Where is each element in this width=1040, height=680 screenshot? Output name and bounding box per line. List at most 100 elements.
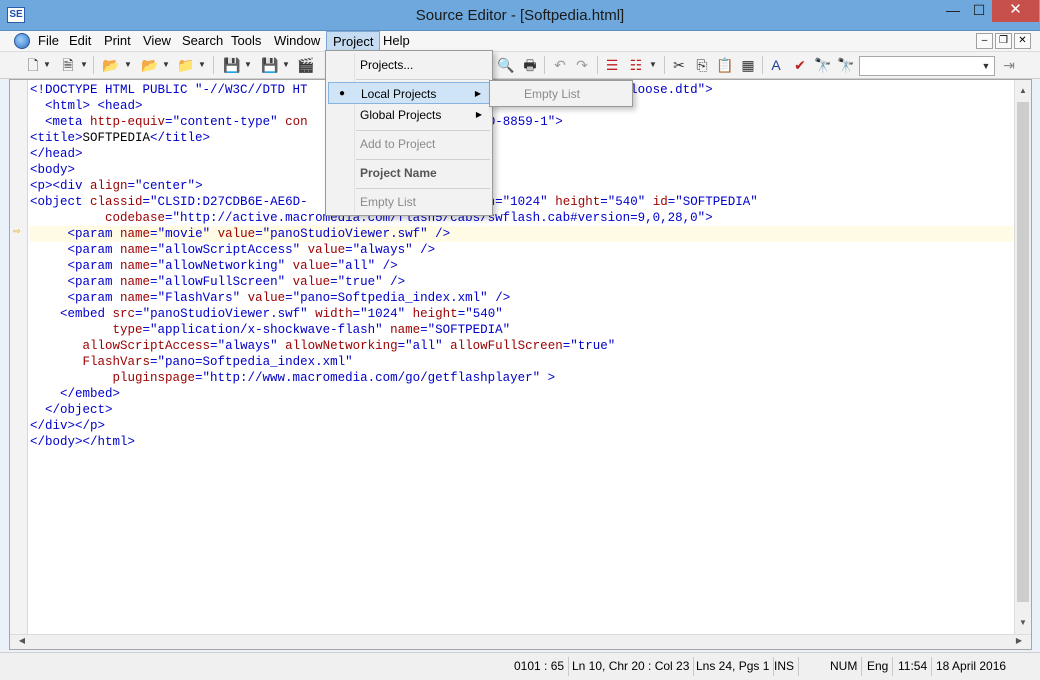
- scroll-right-icon[interactable]: ▶: [1013, 636, 1025, 648]
- find-icon[interactable]: 🔭: [814, 56, 832, 74]
- code-line[interactable]: <object classid="CLSID:D27CDB6E-AE6D- 0"…: [30, 194, 1013, 210]
- save-icon[interactable]: 💾: [223, 56, 241, 74]
- code-token: "SOFTPEDIA": [427, 323, 511, 337]
- editor-gutter[interactable]: ⇨: [10, 80, 28, 636]
- project-menu-dropdown: Projects... ● Local Projects ▶ Global Pr…: [325, 50, 493, 216]
- redo-icon[interactable]: ↷: [573, 56, 591, 74]
- status-ins: INS: [770, 657, 800, 676]
- menu-file[interactable]: File: [32, 31, 65, 52]
- code-line[interactable]: <meta http-equiv="content-type" con set=…: [30, 114, 1013, 130]
- status-time: 11:54: [894, 657, 933, 676]
- mdi-minimize-button[interactable]: –: [976, 33, 993, 49]
- format-icon[interactable]: ☰: [603, 56, 621, 74]
- menu-item-add-to-project[interactable]: Add to Project: [328, 133, 490, 155]
- code-token: <param: [67, 243, 121, 257]
- horizontal-scrollbar[interactable]: ◀ ▶: [10, 634, 1031, 649]
- select-all-icon[interactable]: ▦: [739, 56, 757, 74]
- toolbar: 🗋 ▼ 🗎 ▼ 📂 ▼ 📂 ▼ 📁 ▼ 💾 ▼ 💾 ▼ 🎬 🔍 🖶 ↶ ↷ ☰ …: [0, 52, 1040, 79]
- menu-item-global-projects[interactable]: Global Projects ▶: [328, 104, 490, 126]
- code-line[interactable]: <param name="allowScriptAccess" value="a…: [30, 242, 1013, 258]
- menu-edit[interactable]: Edit: [63, 31, 97, 52]
- code-token: <param: [67, 227, 121, 241]
- open-project-icon[interactable]: 📂: [141, 56, 159, 74]
- vertical-scroll-thumb[interactable]: [1017, 102, 1029, 602]
- menu-item-empty-list[interactable]: Empty List: [328, 191, 490, 213]
- code-line[interactable]: <param name="allowNetworking" value="all…: [30, 258, 1013, 274]
- search-combo[interactable]: ▼: [859, 56, 995, 76]
- code-token: "FlashVars": [157, 291, 241, 305]
- code-line[interactable]: codebase="http://active.macromedia.com/f…: [30, 210, 1013, 226]
- open-folder-icon[interactable]: 📂: [102, 56, 120, 74]
- code-line[interactable]: <p><div align="center">: [30, 178, 1013, 194]
- print-icon[interactable]: 🖶: [521, 56, 539, 74]
- document-system-icon[interactable]: [14, 33, 30, 49]
- new-from-template-dropdown-icon[interactable]: ▼: [80, 59, 88, 71]
- code-line[interactable]: allowScriptAccess="always" allowNetworki…: [30, 338, 1013, 354]
- code-line[interactable]: pluginspage="http://www.macromedia.com/g…: [30, 370, 1013, 386]
- new-document-dropdown-icon[interactable]: ▼: [43, 59, 51, 71]
- open-folder-dropdown-icon[interactable]: ▼: [124, 59, 132, 71]
- open-recent-dropdown-icon[interactable]: ▼: [198, 59, 206, 71]
- code-line[interactable]: </head>: [30, 146, 1013, 162]
- maximize-button[interactable]: ☐: [966, 0, 992, 22]
- chevron-down-icon[interactable]: ▼: [978, 57, 994, 75]
- open-recent-icon[interactable]: 📁: [177, 56, 195, 74]
- scroll-left-icon[interactable]: ◀: [16, 636, 28, 648]
- font-icon[interactable]: A: [767, 56, 785, 74]
- menu-view[interactable]: View: [137, 31, 177, 52]
- cut-icon[interactable]: ✂: [670, 56, 688, 74]
- local-projects-submenu: Empty List: [489, 80, 633, 107]
- menu-tools[interactable]: Tools: [225, 31, 267, 52]
- menu-item-local-projects[interactable]: ● Local Projects ▶: [328, 82, 490, 104]
- code-line[interactable]: <param name="movie" value="panoStudioVie…: [30, 226, 1013, 242]
- code-line[interactable]: <body>: [30, 162, 1013, 178]
- code-line[interactable]: <embed src="panoStudioViewer.swf" width=…: [30, 306, 1013, 322]
- code-line[interactable]: </object>: [30, 402, 1013, 418]
- code-line[interactable]: <param name="allowFullScreen" value="tru…: [30, 274, 1013, 290]
- indent-dropdown-icon[interactable]: ▼: [649, 59, 657, 71]
- code-line[interactable]: </body></html>: [30, 434, 1013, 450]
- save-dropdown-icon[interactable]: ▼: [244, 59, 252, 71]
- code-text-area[interactable]: <!DOCTYPE HTML PUBLIC "-//W3C//DTD HT 4/…: [30, 82, 1013, 450]
- code-token: SOFTPEDIA: [82, 131, 151, 145]
- print-preview-icon[interactable]: 🔍: [497, 56, 515, 74]
- new-from-template-icon[interactable]: 🗎: [59, 56, 77, 74]
- menu-window[interactable]: Window: [268, 31, 326, 52]
- new-document-icon[interactable]: 🗋: [24, 56, 42, 74]
- paste-icon[interactable]: 📋: [716, 56, 734, 74]
- save-all-dropdown-icon[interactable]: ▼: [282, 59, 290, 71]
- goto-icon[interactable]: ⇥: [1000, 56, 1018, 74]
- menu-item-projects[interactable]: Projects...: [328, 54, 490, 76]
- mdi-restore-button[interactable]: ❐: [995, 33, 1012, 49]
- code-line[interactable]: <title>SOFTPEDIA</title>: [30, 130, 1013, 146]
- minimize-button[interactable]: —: [940, 0, 966, 22]
- spellcheck-icon[interactable]: ✔: [791, 56, 809, 74]
- close-button[interactable]: ✕: [992, 0, 1039, 22]
- code-line[interactable]: </div></p>: [30, 418, 1013, 434]
- vertical-scrollbar[interactable]: ▲ ▼: [1014, 80, 1031, 636]
- submenu-item-empty-list[interactable]: Empty List: [524, 85, 580, 103]
- code-line[interactable]: </embed>: [30, 386, 1013, 402]
- code-line[interactable]: <param name="FlashVars" value="pano=Soft…: [30, 290, 1013, 306]
- code-line[interactable]: FlashVars="pano=Softpedia_index.xml": [30, 354, 1013, 370]
- copy-icon[interactable]: ⎘: [693, 56, 711, 74]
- save-all-icon[interactable]: 💾: [261, 56, 279, 74]
- scroll-down-icon[interactable]: ▼: [1015, 618, 1031, 630]
- undo-icon[interactable]: ↶: [551, 56, 569, 74]
- code-token: "CLSID:D27CDB6E-AE6D-: [150, 195, 308, 209]
- save-as-icon[interactable]: 🎬: [297, 56, 315, 74]
- open-project-dropdown-icon[interactable]: ▼: [162, 59, 170, 71]
- menu-search[interactable]: Search: [176, 31, 229, 52]
- code-line[interactable]: type="application/x-shockwave-flash" nam…: [30, 322, 1013, 338]
- code-editor[interactable]: ⇨ <!DOCTYPE HTML PUBLIC "-//W3C//DTD HT …: [9, 79, 1032, 650]
- indent-icon[interactable]: ☷: [627, 56, 645, 74]
- scroll-up-icon[interactable]: ▲: [1015, 86, 1031, 98]
- mdi-close-button[interactable]: ✕: [1014, 33, 1031, 49]
- menu-help[interactable]: Help: [377, 31, 416, 52]
- menu-print[interactable]: Print: [98, 31, 137, 52]
- find-next-icon[interactable]: 🔭: [837, 56, 855, 74]
- menu-project[interactable]: Project: [326, 31, 381, 52]
